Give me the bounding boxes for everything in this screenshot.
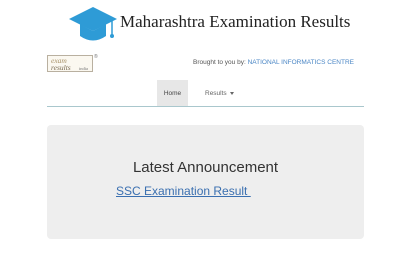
graduation-cap-icon	[69, 7, 117, 41]
caret-down-icon	[229, 91, 234, 95]
announcement-panel: Latest Announcement SSC Examination Resu…	[47, 125, 364, 239]
logo-text-results: results	[51, 63, 71, 72]
ssc-result-link[interactable]: SSC Examination Result	[116, 184, 251, 198]
info-bar: exam results india ® Brought to you by: …	[0, 52, 400, 76]
nav-home[interactable]: Home	[157, 80, 188, 106]
provider-link[interactable]: NATIONAL INFORMATICS CENTRE	[248, 59, 354, 66]
announcement-title: Latest Announcement	[132, 159, 279, 176]
main-navbar: Home Results	[47, 80, 364, 107]
nav-results-dropdown[interactable]: Results	[205, 80, 234, 106]
exam-results-india-logo[interactable]: exam results india	[47, 55, 93, 72]
logo-text-india: india	[79, 66, 88, 71]
site-title: Maharashtra Examination Results	[120, 12, 351, 31]
nav-results-label: Results	[205, 89, 227, 97]
brought-by-label: Brought to you by:	[193, 59, 248, 66]
brought-to-you-by: Brought to you by: NATIONAL INFORMATICS …	[193, 59, 354, 66]
registered-mark: ®	[94, 54, 98, 60]
site-banner: Maharashtra Examination Results	[0, 0, 400, 46]
